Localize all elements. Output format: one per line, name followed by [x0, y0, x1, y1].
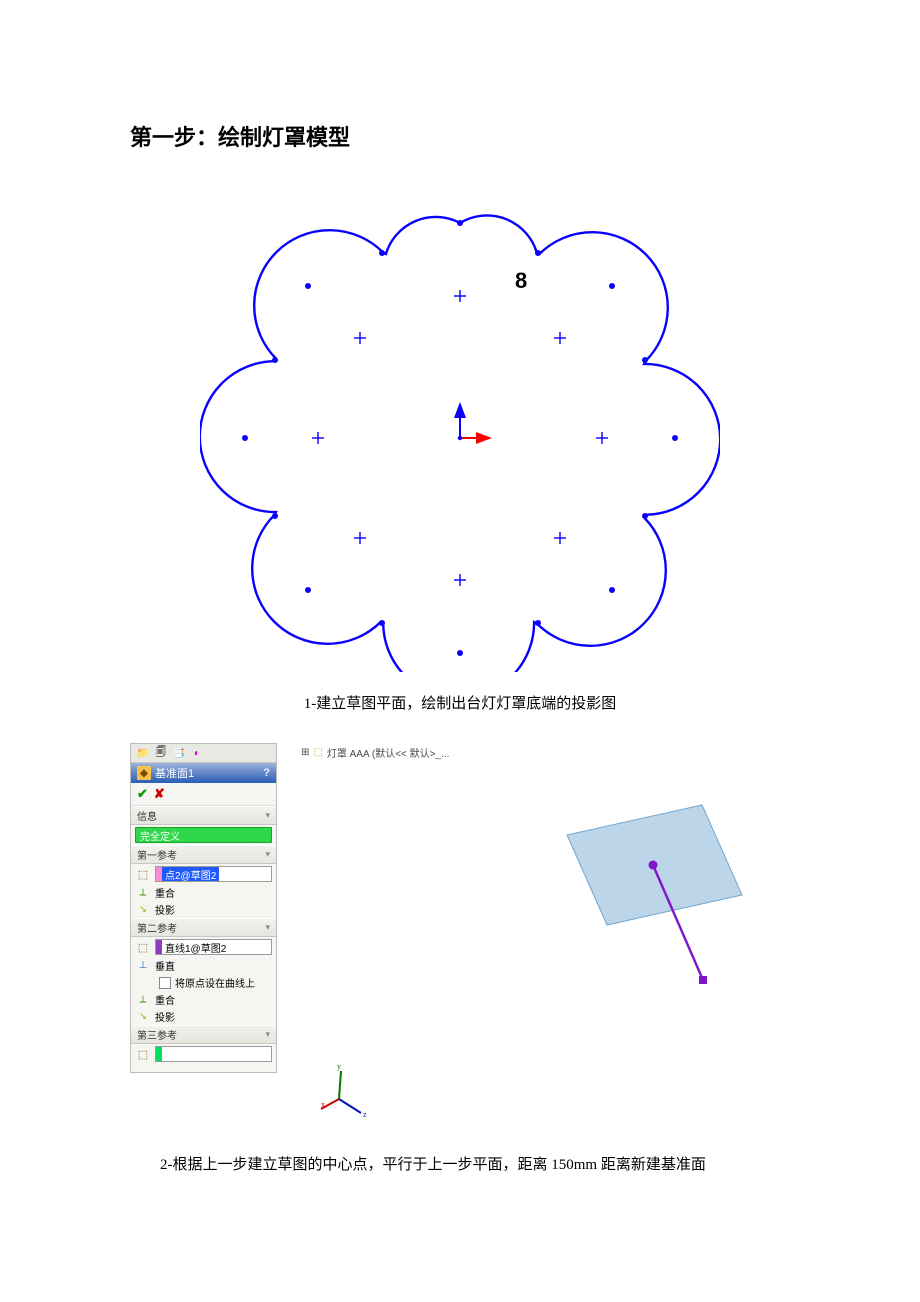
svg-text:z: z — [363, 1110, 367, 1117]
opt-project[interactable]: 投影 — [155, 902, 175, 917]
ref2-value: 直线1@草图2 — [162, 940, 229, 955]
section-ref3[interactable]: 第三参考 ▾ — [131, 1025, 276, 1044]
tab-appearances-icon[interactable]: ◐ — [189, 746, 205, 760]
section-ref1-label: 第一参考 — [137, 847, 177, 862]
ref1-value: 点2@草图2 — [162, 867, 219, 881]
cancel-button[interactable]: ✘ — [154, 786, 165, 802]
tab-config-icon[interactable]: 🗐 — [153, 746, 169, 760]
plane-illustration — [507, 775, 787, 1015]
status-fully-defined: 完全定义 — [135, 827, 272, 843]
figure1-svg: 8 — [200, 192, 720, 672]
cube-icon: ⬚ — [135, 940, 151, 954]
coincident-icon: ⟂ — [135, 887, 151, 898]
origin-on-curve-checkbox[interactable] — [159, 977, 171, 989]
breadcrumb: ⊞ ⬚ 灯罩 AAA (默认<< 默认>_... — [301, 745, 449, 760]
opt-project-2[interactable]: 投影 — [155, 1009, 175, 1024]
line-endpoint-handle[interactable] — [699, 976, 707, 984]
panel-tabbar: 📁 🗐 📑 ◐ — [131, 744, 276, 763]
section-ref2-label: 第二参考 — [137, 920, 177, 935]
cube-icon: ⬚ — [135, 867, 151, 881]
perpendicular-icon: ⊥ — [135, 960, 151, 971]
ref3-selection[interactable] — [155, 1046, 272, 1062]
collapse-icon[interactable]: ▾ — [265, 922, 270, 933]
svg-text:y: y — [337, 1062, 341, 1071]
page-title: 第一步：绘制灯罩模型 — [130, 120, 790, 152]
opt-coincident[interactable]: 重合 — [155, 885, 175, 900]
project-icon: ↘ — [135, 904, 151, 915]
feature-header-text: 基准面1 — [155, 765, 194, 781]
crumb-text: 灯罩 AAA (默认<< 默认>_... — [327, 745, 450, 760]
figure1-caption: 1-建立草图平面，绘制出台灯灯罩底端的投影图 — [304, 692, 617, 713]
coincident-icon: ⟂ — [135, 994, 151, 1005]
point-on-plane — [649, 861, 658, 870]
collapse-icon[interactable]: ▾ — [265, 810, 270, 821]
collapse-icon[interactable]: ▾ — [265, 1029, 270, 1040]
tab-annotations-icon[interactable]: 📑 — [171, 746, 187, 760]
figure2-caption: 2-根据上一步建立草图的中心点，平行于上一步平面，距离 150mm 距离新建基准… — [130, 1153, 790, 1174]
help-icon[interactable]: ? — [263, 767, 270, 779]
cube-icon: ⬚ — [135, 1047, 151, 1061]
figure2-row: 📁 🗐 📑 ◐ ◆ 基准面1 ? ✔ ✘ 信息 ▾ 完全定义 第一参考 ▾ — [130, 743, 790, 1123]
plane-feature-icon: ◆ — [137, 766, 151, 780]
section-ref2[interactable]: 第二参考 ▾ — [131, 918, 276, 937]
feature-header: ◆ 基准面1 ? — [131, 763, 276, 783]
property-panel: 📁 🗐 📑 ◐ ◆ 基准面1 ? ✔ ✘ 信息 ▾ 完全定义 第一参考 ▾ — [130, 743, 277, 1073]
flower-outline — [200, 215, 720, 672]
view-triad: x y z — [315, 1057, 375, 1117]
origin-axes — [458, 406, 488, 440]
opt-origin-on-curve: 将原点设在曲线上 — [175, 975, 255, 990]
viewport-3d[interactable]: ⊞ ⬚ 灯罩 AAA (默认<< 默认>_... x y z — [307, 743, 790, 1123]
part-icon: ⬚ — [313, 747, 322, 758]
section-info-label: 信息 — [137, 808, 157, 823]
collapse-icon[interactable]: ▾ — [265, 849, 270, 860]
opt-perpendicular[interactable]: 垂直 — [155, 958, 175, 973]
figure1-label-8: 8 — [515, 268, 527, 293]
expand-tree-icon[interactable]: ⊞ — [301, 747, 309, 758]
project-icon: ↘ — [135, 1011, 151, 1022]
ref2-selection[interactable]: 直线1@草图2 — [155, 939, 272, 955]
section-ref1[interactable]: 第一参考 ▾ — [131, 845, 276, 864]
tab-feature-icon[interactable]: 📁 — [135, 746, 151, 760]
section-info[interactable]: 信息 ▾ — [131, 806, 276, 825]
ok-button[interactable]: ✔ — [137, 786, 148, 802]
ref1-selection[interactable]: 点2@草图2 — [155, 866, 272, 882]
opt-coincident-2[interactable]: 重合 — [155, 992, 175, 1007]
section-ref3-label: 第三参考 — [137, 1027, 177, 1042]
svg-text:x: x — [321, 1100, 325, 1109]
